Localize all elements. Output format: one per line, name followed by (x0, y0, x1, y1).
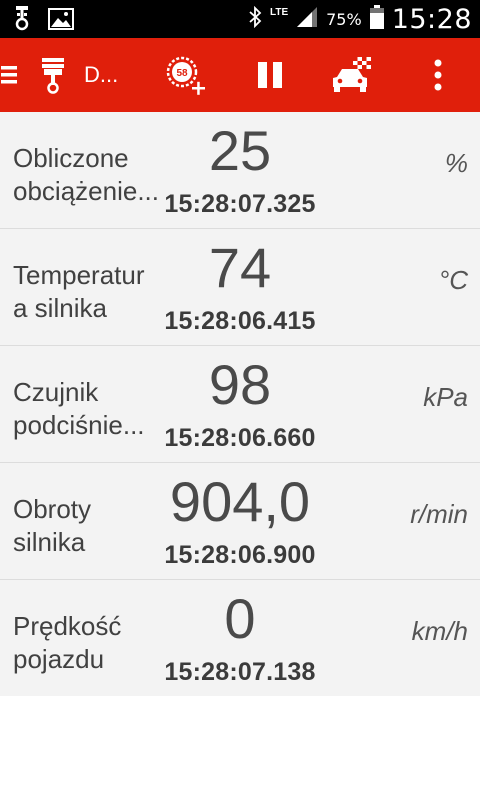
sensor-name: Prędkość pojazdu (13, 610, 165, 676)
bluetooth-icon (248, 5, 262, 33)
more-vert-icon[interactable] (426, 38, 450, 112)
sensor-name: Czujnik podciśnie... (13, 376, 165, 442)
empty-area (0, 696, 480, 800)
car-race-flag-icon[interactable] (330, 38, 376, 112)
piston-icon[interactable] (38, 38, 68, 112)
sensor-name-line1: Obroty (13, 494, 92, 524)
sensor-unit: kPa (423, 382, 468, 412)
usb-debug-icon (14, 6, 30, 37)
network-type: LTE (269, 7, 289, 18)
sensor-name-line1: Temperatur (13, 260, 145, 290)
battery-icon (369, 4, 384, 34)
pause-icon[interactable] (252, 38, 288, 112)
status-bar: LTE 75% 15:28 (0, 0, 480, 38)
sensor-row-engine-rpm[interactable]: Obroty silnika 904,0 15:28:06.900 r/min (0, 463, 480, 580)
sensor-name-line1: Czujnik (13, 377, 99, 407)
sensor-name-line2: podciśnie... (13, 410, 145, 440)
sensor-value: 74 (208, 236, 272, 299)
sensor-name-line1: Prędkość (13, 611, 122, 641)
sensor-unit: °C (438, 265, 468, 295)
sensor-row-manifold-pressure[interactable]: Czujnik podciśnie... 98 15:28:06.660 kPa (0, 346, 480, 463)
status-time: 15:28 (391, 3, 472, 35)
gallery-icon (48, 8, 74, 35)
sensor-value: 904,0 (169, 470, 311, 533)
sensor-timestamp: 15:28:06.900 (164, 541, 316, 569)
sensor-name-line2: silnika (13, 527, 86, 557)
sensor-name-line1: Obliczone (13, 143, 129, 173)
sensor-name-line2: a silnika (13, 293, 107, 323)
sensor-list: Obliczone obciążenie... 25 15:28:07.325 … (0, 112, 480, 697)
app-toolbar: D... 58 (0, 38, 480, 112)
status-bar-left (14, 6, 74, 37)
add-gauge-icon[interactable]: 58 (160, 38, 210, 112)
sensor-name: Temperatur a silnika (13, 259, 165, 325)
sensor-timestamp: 15:28:06.415 (164, 307, 316, 335)
battery-percent: 75% (326, 9, 362, 29)
status-bar-right: LTE 75% 15:28 (248, 0, 472, 38)
sensor-value: 25 (208, 119, 272, 182)
sensor-timestamp: 15:28:07.325 (164, 190, 316, 218)
sensor-timestamp: 15:28:06.660 (164, 424, 316, 452)
sensor-name: Obroty silnika (13, 493, 165, 559)
sensor-row-engine-temp[interactable]: Temperatur a silnika 74 15:28:06.415 °C (0, 229, 480, 346)
add-gauge-number: 58 (176, 68, 188, 79)
sensor-unit: km/h (411, 616, 468, 646)
sensor-unit: % (444, 148, 468, 178)
sensor-name-line2: obciążenie... (13, 176, 159, 206)
sensor-name: Obliczone obciążenie... (13, 142, 165, 208)
sensor-value: 98 (208, 353, 272, 416)
signal-icon (296, 6, 318, 33)
sensor-row-engine-load[interactable]: Obliczone obciążenie... 25 15:28:07.325 … (0, 112, 480, 229)
hamburger-menu-icon[interactable] (0, 38, 18, 112)
sensor-value: 0 (224, 587, 256, 650)
sensor-name-line2: pojazdu (13, 644, 105, 674)
sensor-unit: r/min (410, 499, 468, 529)
toolbar-title[interactable]: D... (84, 38, 118, 112)
sensor-timestamp: 15:28:07.138 (164, 658, 316, 686)
sensor-row-vehicle-speed[interactable]: Prędkość pojazdu 0 15:28:07.138 km/h (0, 580, 480, 697)
